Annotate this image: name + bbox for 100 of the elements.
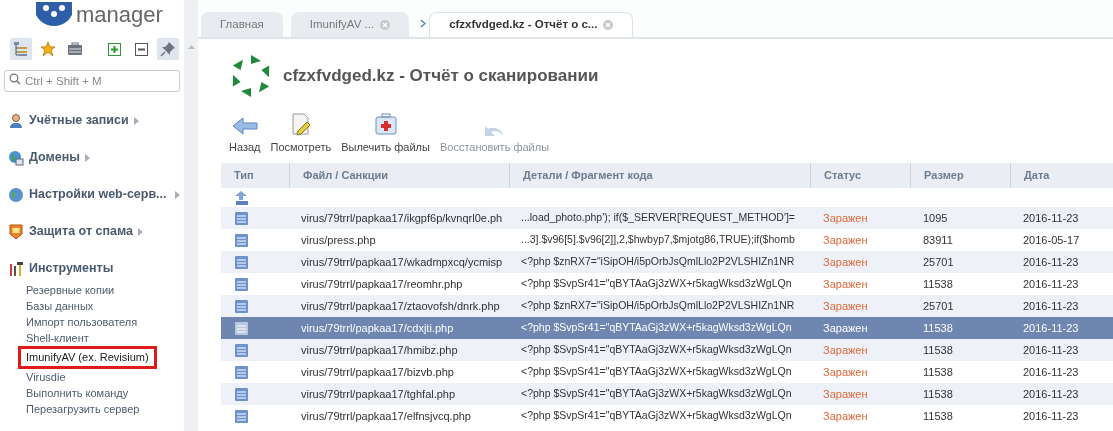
code-fragment: <?php $SvpSr41="qBYTAaGj3zWX+r5kagWksd3zWgLQn — [520, 320, 793, 336]
status: Заражен — [822, 320, 869, 336]
file-path: virus/79trrl/papkaa17/hmibz.php — [300, 342, 459, 358]
file-size: 11538 — [922, 364, 954, 380]
file-path: virus/press.php — [300, 232, 377, 248]
file-icon — [235, 277, 248, 291]
plus-icon — [107, 42, 121, 56]
status: Заражен — [822, 276, 869, 292]
toolbar-button[interactable]: Назад — [229, 115, 261, 155]
code-fragment: <?php $SvpSr41="qBYTAaGj3zWX+r5kagWksd3zWgLQn — [520, 386, 793, 402]
date: 2016-11-23 — [1022, 342, 1080, 358]
code-fragment: <?php $SvpSr41="qBYTAaGj3zWX+r5kagWksd3zWgLQn — [520, 408, 793, 424]
file-size: 1095 — [922, 210, 949, 226]
file-path: virus/79trrl/papkaa17/wkadmpxcq/ycmisp — [300, 254, 504, 270]
star-icon — [40, 41, 56, 57]
page-title: cfzxfvdged.kz - Отчёт о сканировании — [283, 65, 599, 88]
code-fragment: <?php $SvpSr41="qBYTAaGj3zWX+r5kagWksd3zWgLQn — [520, 342, 793, 358]
file-size: 25701 — [922, 298, 955, 314]
menu-item[interactable]: ImunifyAV (ex. Revisium) — [18, 346, 157, 369]
code-fragment: ...load_photo.php'); if($_SERVER['REQUEST_METHOD']= — [520, 210, 796, 226]
file-path: virus/79trrl/papkaa17/bizvb.php — [300, 364, 455, 380]
file-size: 11538 — [922, 408, 954, 424]
date: 2016-11-23 — [1022, 408, 1080, 424]
file-icon — [235, 255, 248, 269]
status: Заражен — [822, 408, 869, 424]
file-size: 11538 — [922, 386, 954, 402]
code-fragment: ...3].$v96[5].$v96[2]],2,$hwbyp7,$mjotg86,TRUE);if($homb — [520, 232, 796, 248]
toolbar-toggle[interactable] — [10, 38, 32, 60]
search-field[interactable]: Ctrl + Shift + M — [4, 70, 180, 92]
globe-icon — [8, 186, 24, 203]
file-size: 11538 — [922, 342, 954, 358]
logo-text: manager — [76, 4, 163, 28]
status: Заражен — [822, 254, 869, 270]
file-path: virus/79trrl/papkaa17/ikgpf6p/kvnqrl0e.ph — [300, 210, 504, 226]
file-path: virus/79trrl/papkaa17/cdxjti.php — [300, 320, 455, 336]
date: 2016-11-23 — [1022, 298, 1080, 314]
scroll-up-icon — [187, 45, 195, 49]
file-icon — [235, 343, 248, 357]
status: Заражен — [822, 232, 869, 248]
close-icon — [603, 20, 614, 30]
search-icon — [9, 73, 21, 85]
column-header[interactable]: Тип — [221, 163, 289, 188]
date: 2016-11-23 — [1022, 210, 1080, 226]
date: 2016-11-23 — [1022, 364, 1080, 380]
status: Заражен — [822, 298, 869, 314]
menu-item[interactable]: Выполнить команду — [26, 385, 129, 401]
date: 2016-11-23 — [1022, 320, 1080, 336]
close-icon — [380, 19, 391, 30]
menu-group[interactable]: Настройки web-серв... — [29, 185, 167, 204]
back-arrow-icon — [231, 115, 258, 136]
globe-icon — [8, 149, 24, 166]
up-folder-icon[interactable] — [235, 190, 249, 205]
code-fragment: <?php $SvpSr41="qBYTAaGj3zWX+r5kagWksd3zWgLQn — [520, 276, 793, 292]
date: 2016-11-23 — [1022, 386, 1080, 402]
tools-icon — [8, 260, 24, 277]
status: Заражен — [822, 342, 869, 358]
tab[interactable]: ImunifyAV ... — [290, 12, 410, 37]
file-size: 11538 — [922, 320, 954, 336]
menu-group[interactable]: Домены — [29, 148, 80, 167]
shield-icon — [8, 223, 24, 240]
code-fragment: <?php $znRX7="iSipOH/i5pOrbJsQmlLlo2P2VLSHIZn1NR — [520, 254, 796, 270]
menu-item[interactable]: Virusdie — [26, 369, 66, 385]
menu-group[interactable]: Учётные записи — [29, 111, 129, 130]
menu-item[interactable]: Перезагрузить сервер — [26, 401, 140, 417]
file-path: virus/79trrl/papkaa17/ztaovofsh/dnrk.php — [300, 298, 501, 314]
tree-icon — [13, 41, 29, 57]
menu-item[interactable]: Резервные копии — [26, 282, 115, 298]
file-icon — [235, 409, 248, 423]
minus-icon — [134, 42, 148, 56]
undo-arrow-icon — [485, 124, 504, 136]
file-icon — [235, 387, 248, 401]
tab[interactable]: Главная — [201, 12, 283, 37]
menu-item[interactable]: Shell-клиент — [26, 330, 89, 346]
file-icon — [235, 365, 248, 379]
menu-group[interactable]: Инструменты — [29, 259, 114, 278]
tab[interactable]: cfzxfvdged.kz - Отчёт о с... — [429, 12, 634, 37]
file-size: 25701 — [922, 254, 955, 270]
code-fragment: <?php $znRX7="iSipOH/i5pOrbJsQmlLlo2P2VLSHIZn1NR — [520, 298, 796, 314]
toolbar-toggle[interactable] — [157, 38, 179, 60]
file-icon — [235, 233, 248, 247]
toolbar-button[interactable]: Посмотреть — [270, 111, 332, 155]
file-path: virus/79trrl/papkaa17/elfnsjvcq.php — [300, 408, 472, 424]
file-path: virus/79trrl/papkaa17/reomhr.php — [300, 276, 464, 292]
code-fragment: <?php $SvpSr41="qBYTAaGj3zWX+r5kagWksd3zWgLQn — [520, 364, 793, 380]
menu-item[interactable]: Базы данных — [26, 298, 94, 314]
menu-item[interactable]: Импорт пользователя — [26, 314, 138, 330]
file-icon — [235, 299, 248, 313]
date: 2016-11-23 — [1022, 254, 1080, 270]
toolbar-button[interactable]: Вылечить файлы — [341, 111, 430, 155]
status: Заражен — [822, 364, 869, 380]
file-icon — [235, 321, 248, 335]
date: 2016-11-23 — [1022, 276, 1080, 292]
status: Заражен — [822, 210, 869, 226]
menu-group[interactable]: Защита от спама — [29, 222, 133, 241]
file-path: virus/79trrl/papkaa17/tghfal.php — [300, 386, 457, 402]
user-icon — [8, 112, 24, 129]
date: 2016-05-17 — [1022, 232, 1081, 248]
file-icon — [235, 211, 248, 225]
chevron-icon — [420, 19, 427, 28]
file-size: 83911 — [922, 232, 954, 248]
